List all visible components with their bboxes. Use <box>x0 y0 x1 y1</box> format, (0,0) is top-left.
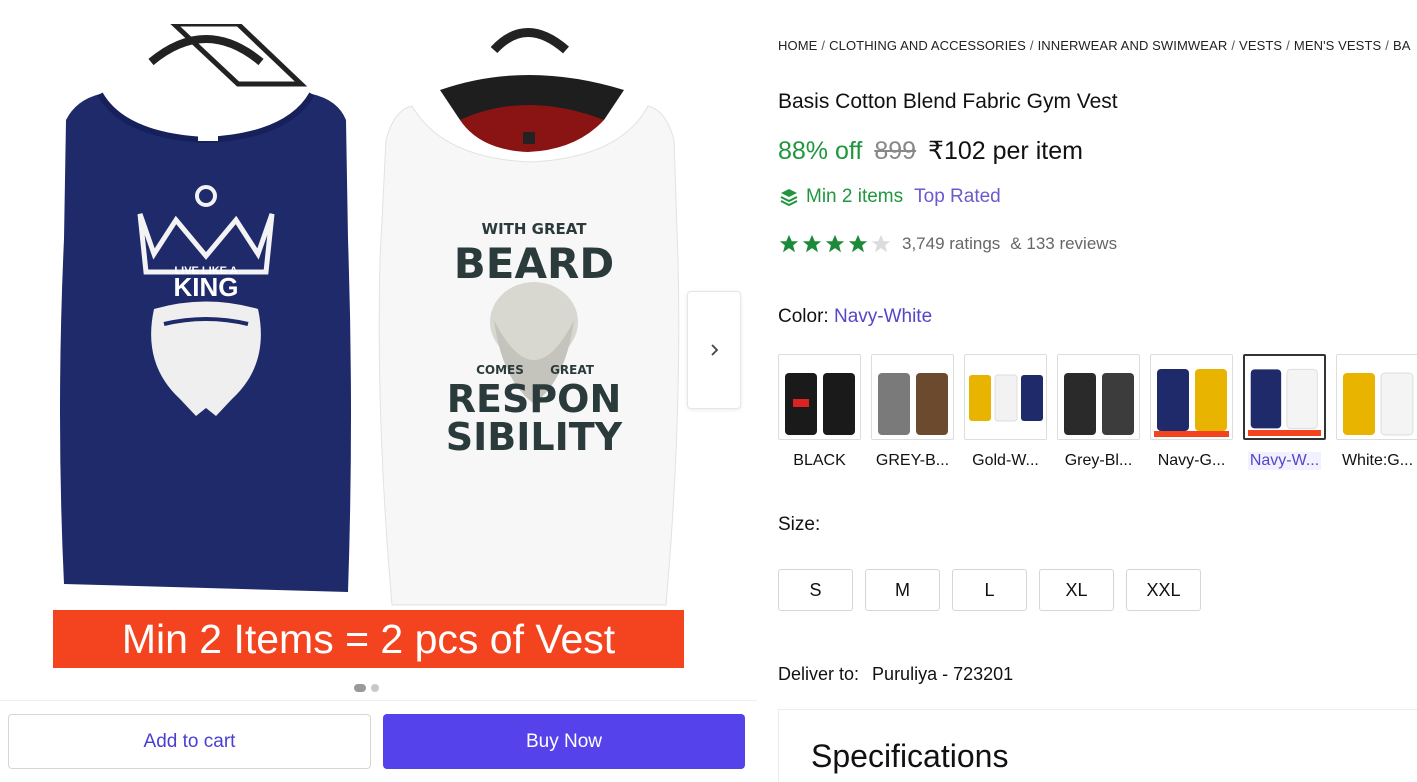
deliver-label: Deliver to: <box>778 664 860 684</box>
color-swatch-navy-w[interactable]: Navy-W... <box>1243 354 1326 470</box>
product-image-gallery[interactable]: LIVE LIKE A KING WITH GREAT BEARD COMES … <box>0 0 757 700</box>
swatch-thumbnail <box>1243 354 1326 440</box>
size-option-m[interactable]: M <box>865 569 940 611</box>
color-swatch-list: BLACK GREY-B... Gold-W... Grey-Bl... Nav… <box>778 354 1417 470</box>
buy-now-button[interactable]: Buy Now <box>383 714 745 769</box>
color-swatch-grey-b[interactable]: GREY-B... <box>871 354 954 470</box>
color-label-text: Color: <box>778 306 829 327</box>
pagination-dot[interactable] <box>371 684 379 692</box>
swatch-label: Grey-Bl... <box>1064 452 1133 469</box>
size-options: S M L XL XXL <box>778 569 1201 611</box>
pagination-dot[interactable] <box>354 684 366 692</box>
white-vest-image: WITH GREAT BEARD COMES GREAT RESPON SIBI… <box>376 20 688 610</box>
product-details: HOME / CLOTHING AND ACCESSORIES / INNERWEAR … <box>778 0 1417 782</box>
size-option-xxl[interactable]: XXL <box>1126 569 1201 611</box>
star-filled-icon <box>779 234 799 253</box>
breadcrumb-item-home[interactable]: HOME <box>778 38 817 53</box>
breadcrumb-item-innerwear[interactable]: INNERWEAR AND SWIMWEAR <box>1038 38 1228 53</box>
star-filled-icon <box>848 234 868 253</box>
swatch-label: Navy-G... <box>1157 452 1226 469</box>
color-swatch-navy-g[interactable]: Navy-G... <box>1150 354 1233 470</box>
delivery-info[interactable]: Deliver to: Puruliya - 723201 <box>778 664 1013 685</box>
breadcrumb: HOME / CLOTHING AND ACCESSORIES / INNERWEAR … <box>778 38 1411 53</box>
original-price: 899 <box>874 137 917 165</box>
swatch-thumbnail <box>1150 354 1233 440</box>
discount-percent: 88% off <box>778 137 863 165</box>
vest-print-text-6: GREAT <box>550 363 595 377</box>
size-option-l[interactable]: L <box>952 569 1027 611</box>
selected-color: Navy-White <box>833 306 933 327</box>
swatch-label: White:G... <box>1341 452 1414 469</box>
color-swatch-black[interactable]: BLACK <box>778 354 861 470</box>
selling-price: ₹102 per item <box>928 137 1083 165</box>
color-swatch-white-g[interactable]: White:G... <box>1336 354 1417 470</box>
vest-print-text-8: SIBILITY <box>446 415 623 459</box>
size-option-xl[interactable]: XL <box>1039 569 1114 611</box>
swatch-promo-strip <box>1154 431 1229 437</box>
swatch-label: Navy-W... <box>1247 452 1322 470</box>
vest-print-text-5: COMES <box>476 363 524 377</box>
size-label: Size: <box>778 514 821 535</box>
breadcrumb-item-mens-vests[interactable]: MEN'S VESTS <box>1294 38 1381 53</box>
top-rated-badge: Top Rated <box>914 186 1001 207</box>
swatch-thumbnail <box>871 354 954 440</box>
gallery-pagination <box>354 684 379 692</box>
swatch-label: GREY-B... <box>875 452 950 469</box>
rating-row[interactable]: 3,749 ratings & 133 reviews <box>778 233 1117 255</box>
price-row: 88% off 899 ₹102 per item <box>778 136 1083 166</box>
chevron-right-icon <box>711 344 719 356</box>
product-title: Basis Cotton Blend Fabric Gym Vest <box>778 90 1118 113</box>
color-swatch-grey-bl[interactable]: Grey-Bl... <box>1057 354 1140 470</box>
navy-vest-image: LIVE LIKE A KING <box>56 24 356 599</box>
delivery-location: Puruliya - 723201 <box>872 664 1014 684</box>
next-image-button[interactable] <box>687 291 741 409</box>
action-bar: Add to cart Buy Now <box>0 700 757 782</box>
specifications-section: Specifications <box>778 709 1417 782</box>
breadcrumb-item-vests[interactable]: VESTS <box>1239 38 1282 53</box>
product-tags: Min 2 items Top Rated <box>778 186 1001 208</box>
layers-icon <box>780 189 798 207</box>
promo-banner: Min 2 Items = 2 pcs of Vest <box>53 610 684 668</box>
breadcrumb-item-clothing[interactable]: CLOTHING AND ACCESSORIES <box>829 38 1026 53</box>
breadcrumb-item-current[interactable]: BA <box>1393 38 1411 53</box>
star-filled-icon <box>802 234 822 253</box>
color-swatch-gold-w[interactable]: Gold-W... <box>964 354 1047 470</box>
star-filled-icon <box>825 234 845 253</box>
swatch-thumbnail <box>1057 354 1140 440</box>
reviews-count: & 133 reviews <box>1010 234 1118 253</box>
color-label: Color: Navy-White <box>778 306 932 328</box>
min-items-tag: Min 2 items <box>778 186 903 208</box>
swatch-label: BLACK <box>793 452 846 469</box>
vest-print-text-4: BEARD <box>454 239 614 288</box>
swatch-thumbnail <box>1336 354 1417 440</box>
vest-print-text-2: KING <box>174 272 239 302</box>
swatch-thumbnail <box>778 354 861 440</box>
specifications-heading: Specifications <box>811 738 1009 774</box>
vest-print-text-3: WITH GREAT <box>482 220 588 238</box>
add-to-cart-button[interactable]: Add to cart <box>8 714 371 769</box>
min-items-label: Min 2 items <box>806 186 904 207</box>
swatch-label: Gold-W... <box>972 452 1039 469</box>
size-option-s[interactable]: S <box>778 569 853 611</box>
ratings-count: 3,749 ratings <box>902 234 1001 253</box>
star-rating <box>778 233 892 255</box>
swatch-thumbnail <box>964 354 1047 440</box>
swatch-promo-strip <box>1248 430 1321 436</box>
star-empty-icon <box>871 234 891 253</box>
